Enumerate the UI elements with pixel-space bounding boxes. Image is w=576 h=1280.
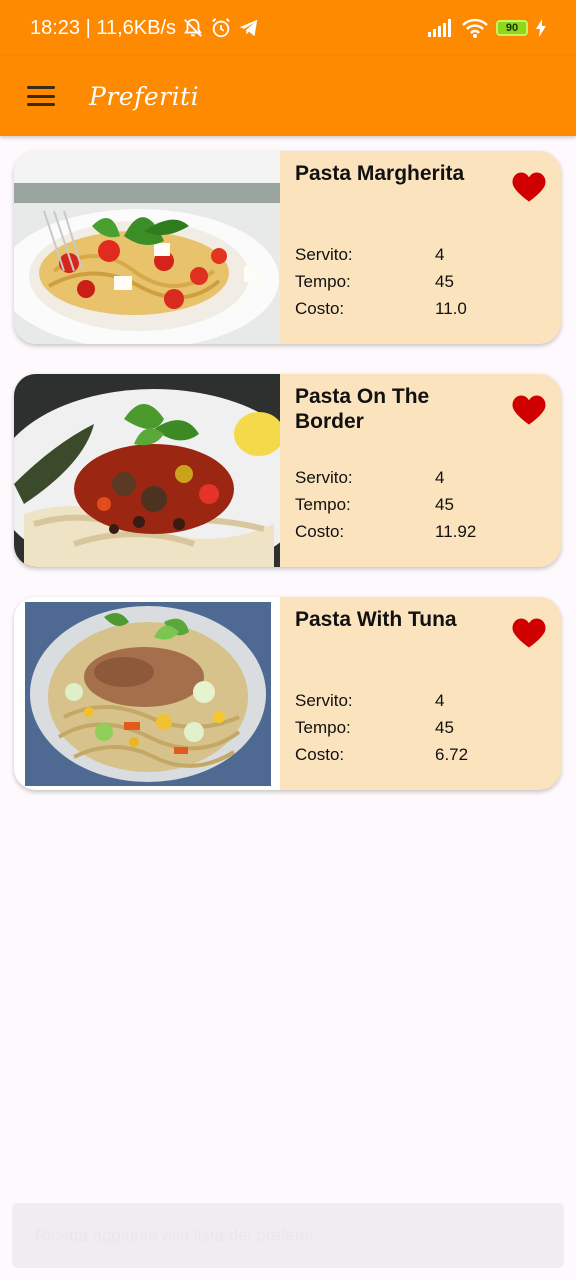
recipe-stats: Servito: 4 Tempo: 45 Costo: 11.0 bbox=[295, 241, 467, 322]
servings-value: 4 bbox=[435, 690, 445, 710]
time-label: Tempo: bbox=[295, 494, 351, 514]
recipe-title: Pasta On The Border bbox=[295, 385, 430, 433]
favorite-heart-icon[interactable] bbox=[511, 171, 547, 208]
snackbar-message: Ricetta aggiunta alla lista dei preferit… bbox=[35, 1225, 313, 1245]
time-value: 45 bbox=[435, 494, 454, 514]
time-label: Tempo: bbox=[295, 717, 351, 737]
recipe-info: Pasta On The Border Servito: 4 Tempo: 45 C… bbox=[280, 374, 561, 567]
telegram-icon bbox=[238, 17, 260, 39]
favorites-list: Pasta Margherita Servito: 4 Tempo: 45 Cost… bbox=[14, 151, 561, 820]
recipe-image-pasta-margherita bbox=[14, 151, 280, 344]
recipe-image-pasta-with-tuna bbox=[14, 597, 280, 790]
status-bar: 18:23 | 11,6KB/s 90 bbox=[0, 0, 576, 56]
battery-icon: 90 bbox=[496, 20, 528, 36]
wifi-icon bbox=[462, 18, 488, 38]
recipe-stats: Servito: 4 Tempo: 45 Costo: 6.72 bbox=[295, 687, 468, 768]
cost-value: 11.92 bbox=[435, 521, 477, 541]
recipe-info: Pasta With Tuna Servito: 4 Tempo: 45 Costo… bbox=[280, 597, 561, 790]
page-title: Preferiti bbox=[89, 81, 200, 111]
recipe-title: Pasta Margherita bbox=[295, 162, 465, 185]
recipe-stats: Servito: 4 Tempo: 45 Costo: 11.92 bbox=[295, 464, 476, 545]
favorite-heart-icon[interactable] bbox=[511, 617, 547, 654]
cost-value: 11.0 bbox=[435, 298, 467, 318]
snackbar: Ricetta aggiunta alla lista dei preferit… bbox=[12, 1203, 564, 1268]
cost-label: Costo: bbox=[295, 521, 345, 541]
recipe-info: Pasta Margherita Servito: 4 Tempo: 45 Cost… bbox=[280, 151, 561, 344]
servings-label: Servito: bbox=[295, 244, 353, 264]
recipe-title: Pasta With Tuna bbox=[295, 608, 457, 631]
cost-value: 6.72 bbox=[435, 744, 469, 764]
bell-muted-icon bbox=[182, 17, 204, 39]
favorite-heart-icon[interactable] bbox=[511, 394, 547, 431]
cost-label: Costo: bbox=[295, 744, 345, 764]
servings-value: 4 bbox=[435, 467, 445, 487]
recipe-card[interactable]: Pasta On The Border Servito: 4 Tempo: 45 C… bbox=[14, 374, 561, 567]
hamburger-menu-icon[interactable] bbox=[27, 86, 55, 106]
time-label: Tempo: bbox=[295, 271, 351, 291]
app-bar: Preferiti bbox=[0, 56, 576, 136]
recipe-card[interactable]: Pasta With Tuna Servito: 4 Tempo: 45 Costo… bbox=[14, 597, 561, 790]
time-value: 45 bbox=[435, 717, 454, 737]
recipe-image-pasta-on-the-border bbox=[14, 374, 314, 567]
servings-label: Servito: bbox=[295, 467, 353, 487]
time-value: 45 bbox=[435, 271, 454, 291]
recipe-card[interactable]: Pasta Margherita Servito: 4 Tempo: 45 Cost… bbox=[14, 151, 561, 344]
cost-label: Costo: bbox=[295, 298, 345, 318]
servings-label: Servito: bbox=[295, 690, 353, 710]
charging-icon bbox=[536, 19, 546, 37]
signal-icon bbox=[428, 19, 454, 37]
alarm-icon bbox=[210, 17, 232, 39]
status-time: 18:23 | 11,6KB/s bbox=[30, 16, 177, 39]
servings-value: 4 bbox=[435, 244, 445, 264]
